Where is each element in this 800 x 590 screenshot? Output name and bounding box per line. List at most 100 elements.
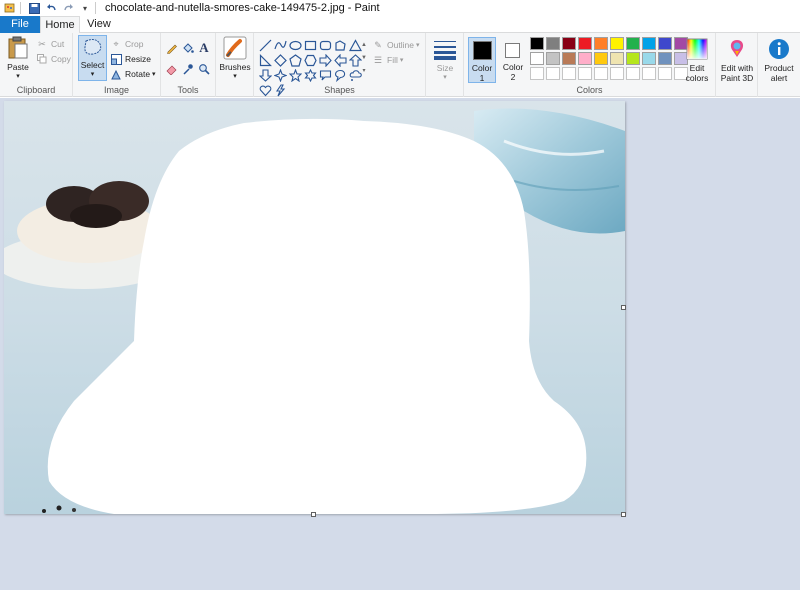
pencil-icon[interactable]: [165, 41, 179, 55]
resize-handle-right[interactable]: [621, 305, 626, 310]
shape-up-arrow-icon[interactable]: [348, 53, 362, 67]
shape-left-arrow-icon[interactable]: [333, 53, 347, 67]
customize-dropdown-icon[interactable]: ▾: [78, 1, 92, 15]
select-button[interactable]: Select ▾: [78, 35, 107, 81]
cut-label: Cut: [51, 39, 65, 49]
palette-empty-slot[interactable]: [658, 67, 672, 80]
shape-oval-icon[interactable]: [288, 38, 302, 52]
chevron-up-icon[interactable]: ▲: [361, 39, 367, 52]
scissors-icon: ✂: [38, 38, 46, 49]
palette-color-swatch[interactable]: [658, 37, 672, 50]
palette-color-swatch[interactable]: [578, 37, 592, 50]
tab-home[interactable]: Home: [40, 16, 80, 34]
fill-bucket-icon[interactable]: [181, 41, 195, 55]
palette-empty-slot[interactable]: [626, 67, 640, 80]
color2-label-line1: Color: [502, 62, 524, 72]
edit-with-paint3d-button[interactable]: Edit with Paint 3D: [717, 37, 757, 83]
palette-empty-slot[interactable]: [562, 67, 576, 80]
copy-button[interactable]: Copy: [36, 52, 71, 66]
save-icon[interactable]: [27, 1, 41, 15]
shape-diamond-icon[interactable]: [273, 53, 287, 67]
palette-empty-slot[interactable]: [594, 67, 608, 80]
cut-button[interactable]: ✂ Cut: [36, 37, 64, 51]
palette-empty-slot[interactable]: [546, 67, 560, 80]
shape-right-triangle-icon[interactable]: [258, 53, 272, 67]
color1-button[interactable]: Color 1: [468, 37, 496, 83]
palette-empty-slot[interactable]: [578, 67, 592, 80]
redo-icon[interactable]: [61, 1, 75, 15]
crop-button[interactable]: ⌖ Crop: [110, 37, 143, 51]
shape-down-arrow-icon[interactable]: [258, 68, 272, 82]
shape-five-point-star-icon[interactable]: [288, 68, 302, 82]
colors-group: Color 1 Color 2 Edit colors Colors: [464, 33, 716, 97]
shape-hexagon-icon[interactable]: [303, 53, 317, 67]
edit-colors-button[interactable]: Edit colors: [682, 37, 712, 83]
shape-cloud-callout-icon[interactable]: [348, 68, 362, 82]
eraser-icon[interactable]: [165, 62, 179, 76]
palette-color-swatch[interactable]: [626, 52, 640, 65]
size-button[interactable]: Size ▾: [432, 37, 458, 83]
color2-label-line2: 2: [510, 72, 516, 82]
palette-color-swatch[interactable]: [610, 52, 624, 65]
rotate-button[interactable]: Rotate ▾: [110, 67, 156, 81]
drawing-canvas[interactable]: [4, 101, 625, 514]
undo-icon[interactable]: [44, 1, 58, 15]
palette-color-swatch[interactable]: [530, 52, 544, 65]
paste-button[interactable]: Paste ▾: [4, 36, 32, 82]
shape-curve-icon[interactable]: [273, 38, 287, 52]
shape-oval-callout-icon[interactable]: [333, 68, 347, 82]
brushes-group: Brushes ▾: [216, 33, 254, 97]
line-size-icon: [433, 37, 457, 61]
palette-color-swatch[interactable]: [594, 52, 608, 65]
text-icon[interactable]: A: [197, 40, 211, 55]
size-label: Size: [436, 63, 454, 73]
color2-button[interactable]: Color 2: [499, 37, 527, 83]
palette-color-swatch[interactable]: [610, 37, 624, 50]
shape-triangle-icon[interactable]: [348, 38, 362, 52]
tab-view[interactable]: View: [80, 16, 118, 33]
palette-color-swatch[interactable]: [642, 52, 656, 65]
shape-rectangle-icon[interactable]: [303, 38, 317, 52]
chevron-down-icon[interactable]: ▼: [361, 52, 367, 65]
shape-rounded-rectangle-icon[interactable]: [318, 38, 332, 52]
shape-polygon-icon[interactable]: [333, 38, 347, 52]
shape-right-arrow-icon[interactable]: [318, 53, 332, 67]
more-icon[interactable]: ▾: [362, 65, 365, 78]
resize-handle-corner[interactable]: [621, 512, 626, 517]
brushes-button[interactable]: Brushes ▾: [219, 36, 251, 82]
palette-color-swatch[interactable]: [546, 52, 560, 65]
brush-icon: [223, 36, 247, 60]
outline-icon: ✎: [374, 39, 382, 50]
outline-button[interactable]: ✎ Outline ▾: [372, 38, 419, 52]
palette-color-swatch[interactable]: [562, 37, 576, 50]
chevron-down-icon: ▾: [16, 73, 20, 80]
palette-color-swatch[interactable]: [546, 37, 560, 50]
resize-handle-bottom[interactable]: [311, 512, 316, 517]
paint-app-icon[interactable]: [3, 1, 17, 15]
palette-color-swatch[interactable]: [530, 37, 544, 50]
palette-empty-slot[interactable]: [642, 67, 656, 80]
palette-empty-slot[interactable]: [530, 67, 544, 80]
info-icon: [767, 37, 791, 61]
rotate-icon: [110, 68, 122, 80]
palette-empty-slot[interactable]: [610, 67, 624, 80]
shapes-scroll[interactable]: ▲ ▼ ▾: [361, 39, 367, 79]
color-picker-icon[interactable]: [181, 62, 195, 76]
palette-color-swatch[interactable]: [562, 52, 576, 65]
fill-button[interactable]: ☰ Fill ▾: [372, 53, 403, 67]
palette-color-swatch[interactable]: [578, 52, 592, 65]
shape-pentagon-icon[interactable]: [288, 53, 302, 67]
paint3d-icon: [725, 37, 749, 61]
shape-six-point-star-icon[interactable]: [303, 68, 317, 82]
resize-button[interactable]: Resize: [110, 52, 151, 66]
shape-line-icon[interactable]: [258, 38, 272, 52]
shape-rounded-callout-icon[interactable]: [318, 68, 332, 82]
palette-color-swatch[interactable]: [594, 37, 608, 50]
magnifier-icon[interactable]: [197, 62, 211, 76]
palette-color-swatch[interactable]: [642, 37, 656, 50]
product-alert-button[interactable]: Product alert: [760, 37, 798, 83]
palette-color-swatch[interactable]: [626, 37, 640, 50]
shape-four-point-star-icon[interactable]: [273, 68, 287, 82]
tab-file[interactable]: File: [0, 16, 40, 33]
palette-color-swatch[interactable]: [658, 52, 672, 65]
